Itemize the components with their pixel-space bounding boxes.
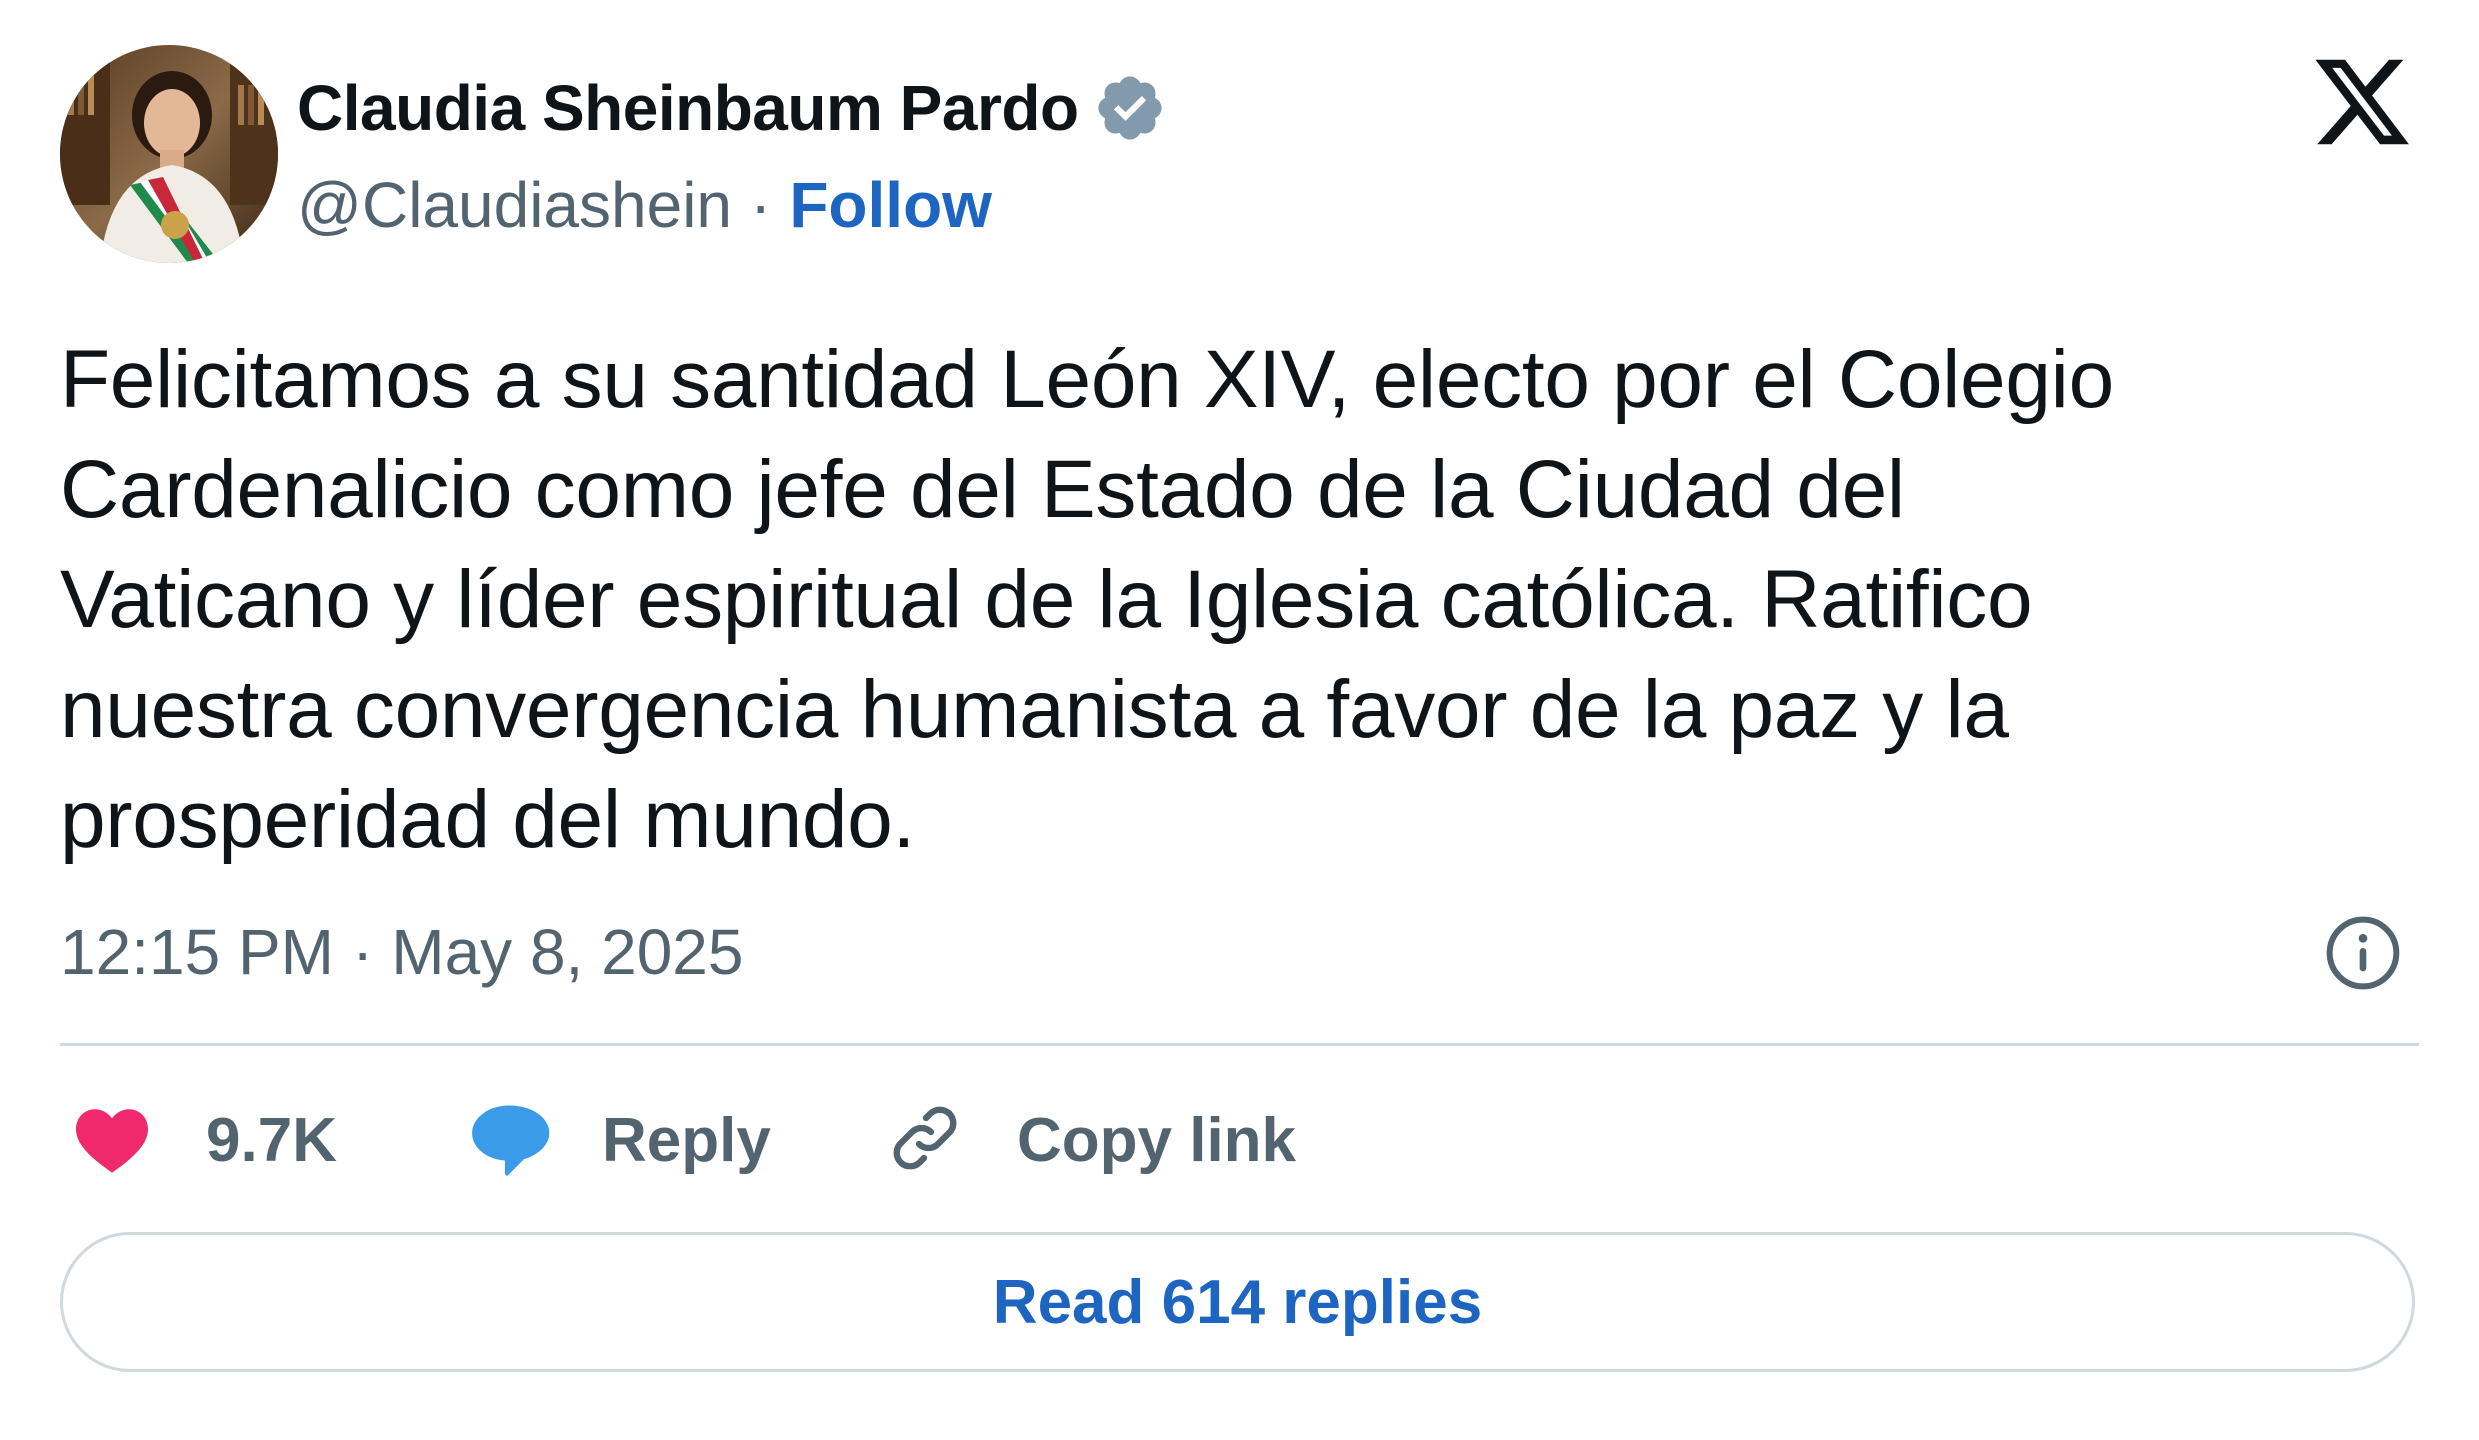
author-avatar[interactable]: [60, 45, 278, 263]
tweet-time: 12:15 PM: [60, 916, 334, 988]
reply-label: Reply: [602, 1105, 771, 1175]
tweet-timestamp[interactable]: 12:15 PM · May 8, 2025: [60, 910, 743, 994]
author-handle-row: @Claudiashein · Follow: [297, 165, 992, 245]
divider: [60, 1043, 2419, 1046]
link-icon: [885, 1098, 965, 1183]
copy-link-button[interactable]: Copy link: [885, 1092, 1296, 1188]
info-icon[interactable]: [2323, 913, 2403, 993]
read-replies-button[interactable]: Read 614 replies: [60, 1232, 2415, 1372]
verified-badge-icon: [1093, 71, 1167, 145]
x-logo-icon[interactable]: [2310, 50, 2414, 154]
like-count: 9.7K: [206, 1105, 337, 1175]
tweet-date: May 8, 2025: [391, 916, 744, 988]
reply-bubble-icon: [468, 1100, 550, 1181]
follow-button[interactable]: Follow: [789, 168, 992, 242]
read-replies-label: Read 614 replies: [992, 1267, 1483, 1337]
copy-link-label: Copy link: [1017, 1105, 1297, 1175]
handle-separator: ·: [750, 169, 772, 241]
heart-icon: [72, 1102, 152, 1179]
reply-button[interactable]: Reply: [468, 1092, 771, 1188]
like-button[interactable]: 9.7K: [72, 1092, 337, 1188]
author-name[interactable]: Claudia Sheinbaum Pardo: [297, 71, 1079, 145]
timestamp-separator: ·: [351, 916, 374, 988]
author-handle[interactable]: @Claudiashein: [297, 168, 732, 242]
author-name-row: Claudia Sheinbaum Pardo: [297, 68, 1167, 148]
tweet-text: Felicitamos a su santidad León XIV, elec…: [60, 334, 2114, 865]
embedded-tweet-card: Claudia Sheinbaum Pardo @Claudiashein · …: [0, 0, 2479, 1440]
